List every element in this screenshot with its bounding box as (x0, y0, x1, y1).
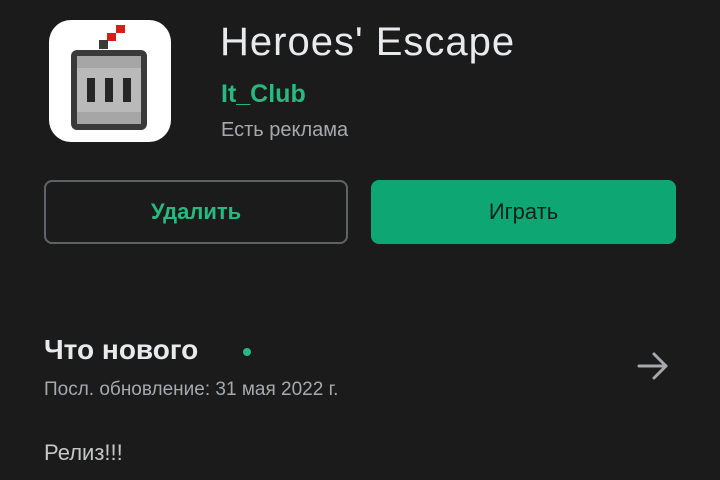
new-indicator-dot (243, 348, 251, 356)
play-button[interactable]: Играть (371, 180, 676, 244)
whats-new-title: Что нового (44, 334, 199, 365)
whats-new-section[interactable]: Что нового Посл. обновление: 31 мая 2022… (44, 330, 684, 410)
app-icon (49, 20, 171, 142)
uninstall-button[interactable]: Удалить (44, 180, 348, 244)
app-title: Heroes' Escape (220, 20, 516, 64)
arrow-right-icon[interactable] (636, 351, 670, 381)
developer-link[interactable]: It_Club (221, 80, 306, 109)
knight-helmet-icon (71, 25, 147, 130)
ads-notice: Есть реклама (221, 119, 349, 141)
release-notes: Релиз!!! (44, 440, 123, 465)
last-update-text: Посл. обновление: 31 мая 2022 г. (44, 379, 339, 400)
